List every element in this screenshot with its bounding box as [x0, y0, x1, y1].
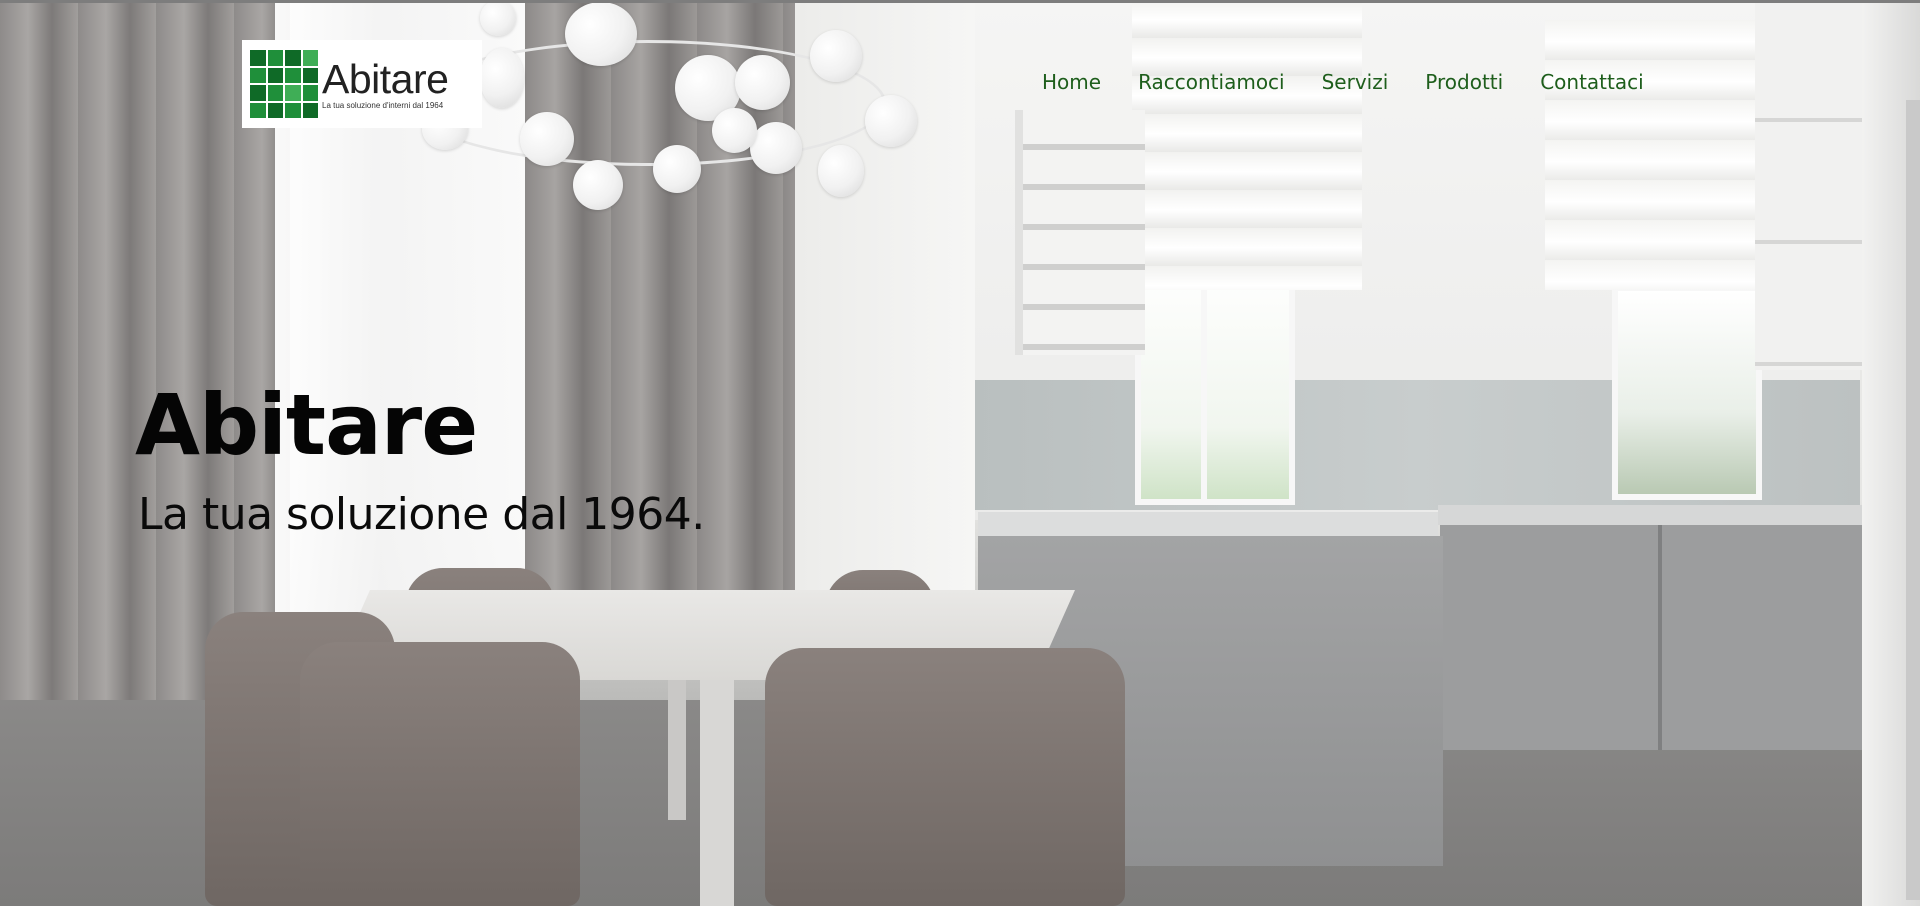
nav-item-prodotti[interactable]: Prodotti	[1425, 70, 1503, 94]
nav-item-servizi[interactable]: Servizi	[1322, 70, 1389, 94]
main-nav: Home Raccontiamoci Servizi Prodotti Cont…	[1042, 70, 1644, 94]
table-leg	[700, 680, 734, 906]
chandelier-globe	[865, 95, 917, 147]
nav-item-raccontiamoci[interactable]: Raccontiamoci	[1138, 70, 1285, 94]
tall-cabinets	[1755, 0, 1865, 370]
chandelier-globe	[565, 2, 637, 66]
chandelier-globe	[520, 112, 574, 166]
chandelier-globe	[750, 122, 802, 174]
scrollbar[interactable]	[1906, 100, 1920, 900]
roman-blind-left	[1132, 0, 1362, 290]
countertop-right	[1438, 505, 1863, 525]
logo[interactable]: Abitare La tua soluzione d'interni dal 1…	[242, 40, 482, 128]
top-bar	[0, 0, 1920, 3]
chandelier-globe	[480, 48, 524, 108]
lower-cabinets-right	[1440, 525, 1863, 750]
countertop-island	[978, 512, 1438, 536]
page: Abitare La tua soluzione d'interni dal 1…	[0, 0, 1920, 906]
logo-name: Abitare	[322, 56, 449, 102]
chandelier-globe	[735, 55, 790, 110]
chandelier-globe	[818, 145, 864, 197]
kitchen-window-right	[1612, 285, 1762, 500]
kitchen-window-left	[1135, 255, 1295, 505]
nav-item-contattaci[interactable]: Contattaci	[1540, 70, 1643, 94]
chandelier-globe	[573, 160, 623, 210]
chair-front-center	[300, 642, 580, 906]
wall-shelf	[1015, 110, 1145, 355]
hero-subtitle: La tua soluzione dal 1964.	[138, 489, 705, 540]
chandelier-globe	[810, 30, 862, 82]
logo-grid-icon	[250, 50, 318, 118]
logo-text: Abitare La tua soluzione d'interni dal 1…	[322, 56, 449, 111]
logo-tagline: La tua soluzione d'interni dal 1964	[322, 101, 444, 110]
roman-blind-right	[1545, 20, 1760, 290]
chandelier-globe	[480, 0, 516, 36]
chair-front-right	[765, 648, 1125, 906]
hero-title: Abitare	[135, 376, 478, 474]
chandelier-globe	[712, 108, 757, 153]
chandelier-globe	[653, 145, 701, 193]
nav-item-home[interactable]: Home	[1042, 70, 1101, 94]
